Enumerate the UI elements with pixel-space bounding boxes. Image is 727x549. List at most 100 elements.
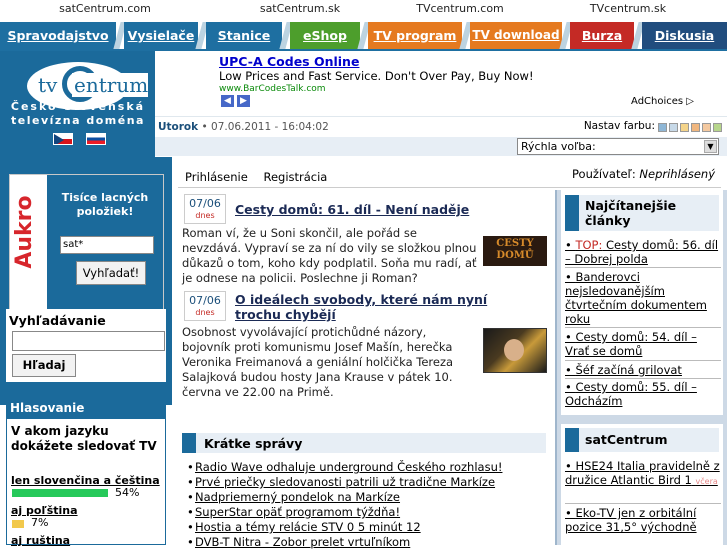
news-item[interactable]: DVB-T Nitra - Zobor prelet vrtuľníkom — [187, 535, 410, 549]
site-link-satcentrum-sk[interactable]: satCentrum.sk — [260, 2, 340, 15]
auth-links: Prihlásenie Registrácia — [185, 170, 327, 184]
tab-separator — [634, 22, 642, 49]
article-date: 07/06 dnes — [184, 291, 226, 321]
user-value: Neprihlásený — [639, 167, 715, 181]
article-thumbnail[interactable]: CESTY DOMŮ — [483, 236, 547, 266]
news-item[interactable]: Prvé priečky sledovanosti patrili už tra… — [187, 475, 495, 489]
aukro-search-panel: Tisíce lacných položiek! sat* Vyhľadať! — [47, 175, 163, 313]
tab-separator — [562, 22, 570, 49]
ad-title[interactable]: UPC-A Codes Online — [219, 54, 359, 69]
ad-description: Low Prices and Fast Service. Don't Over … — [219, 69, 534, 83]
sat-news-item[interactable]: • HSE24 Italia pravidelně z družice Atla… — [565, 459, 721, 489]
chevron-down-icon[interactable]: ▼ — [704, 140, 717, 153]
main-nav: Spravodajstvo Vysielače Stanice eShop TV… — [0, 18, 727, 50]
czech-flag-icon[interactable] — [53, 133, 73, 145]
aukro-widget: Aukro Tisíce lacných položiek! sat* Vyhľ… — [9, 174, 164, 314]
poll-option[interactable]: aj ruština — [11, 534, 70, 547]
search-heading: Vyhľadávanie — [9, 313, 106, 328]
tab-separator — [282, 22, 290, 49]
article-thumbnail[interactable] — [483, 328, 547, 373]
article-text: Osobnost vyvolávající protichůdné názory… — [182, 325, 454, 399]
login-link[interactable]: Prihlásenie — [185, 170, 248, 184]
color-swatch[interactable] — [680, 123, 689, 132]
search-button[interactable]: Hľadaj — [12, 354, 76, 377]
color-swatch[interactable] — [702, 123, 711, 132]
aukro-search-button[interactable]: Vyhľadať! — [76, 261, 146, 285]
slovak-flag-icon[interactable] — [86, 133, 106, 145]
article-date-value: 07/06 — [189, 197, 221, 210]
most-read-item[interactable]: • Cesty domů: 55. díl – Odcházím — [565, 380, 721, 408]
article-title[interactable]: O ideálech svobody, které nám nyní troch… — [235, 292, 535, 322]
sat-news-item[interactable]: • Eko-TV jen z orbitální pozice 31,5° vý… — [565, 506, 721, 534]
news-item[interactable]: Radio Wave odhaluje underground Českého … — [187, 460, 502, 474]
tab-vysielace[interactable]: Vysielače — [124, 22, 198, 49]
divider — [178, 187, 721, 188]
site-link-tvcentrum-sk[interactable]: TVcentrum.sk — [590, 2, 666, 15]
news-item[interactable]: Hostia a témy relácie STV 0 5 minút 12 — [187, 520, 421, 534]
logo-tagline-1: Česko-Slovenská — [10, 100, 146, 113]
most-read-item-text[interactable]: Cesty domů: 54. díl – Vrať se domů — [565, 330, 697, 358]
article-date-value: 07/06 — [189, 294, 221, 307]
poll-bar — [12, 520, 24, 528]
tab-burza[interactable]: Burza — [570, 22, 634, 49]
register-link[interactable]: Registrácia — [263, 170, 327, 184]
color-swatch[interactable] — [691, 123, 700, 132]
quick-select[interactable]: Rýchla voľba: ▼ — [517, 138, 719, 155]
color-swatch[interactable] — [658, 123, 667, 132]
ad-choices[interactable]: AdChoices ▷ — [631, 96, 694, 107]
poll-question: V akom jazyku dokážete sledovať TV — [11, 424, 157, 453]
divider — [565, 503, 721, 504]
site-link-satcentrum-com[interactable]: satCentrum.com — [59, 2, 151, 15]
short-news-heading: Krátke správy — [204, 436, 303, 451]
ad-url[interactable]: www.BarCodesTalk.com — [219, 84, 326, 94]
tab-diskusia[interactable]: Diskusia — [642, 22, 727, 49]
quick-select-label: Rýchla voľba: — [521, 140, 596, 153]
aukro-tagline: Tisíce lacných položiek! — [61, 191, 149, 218]
poll-box: V akom jazyku dokážete sledovať TV len s… — [6, 418, 166, 547]
news-item[interactable]: SuperStar opäť programom týždňa! — [187, 505, 400, 519]
top-sites-bar: satCentrum.com satCentrum.sk TVcentrum.c… — [0, 0, 727, 18]
ad-prev-arrow-icon[interactable]: ◀ — [221, 95, 234, 107]
poll-percent: 7% — [31, 516, 49, 529]
tab-eshop[interactable]: eShop — [290, 22, 360, 49]
color-swatch[interactable] — [669, 123, 678, 132]
news-item[interactable]: Nadpriemerný pondelok na Markíze — [187, 490, 400, 504]
article-text: Roman ví, že u Soni skončil, ale pořád s… — [182, 226, 477, 285]
aukro-search-input[interactable]: sat* — [60, 236, 154, 254]
ad-next-arrow-icon[interactable]: ▶ — [237, 95, 250, 107]
sat-news-text[interactable]: Eko-TV jen z orbitální pozice 31,5° vých… — [565, 506, 697, 534]
most-read-item[interactable]: • Banderovci nejsledovanějším čtvrtečním… — [565, 270, 721, 326]
divider — [565, 327, 721, 328]
most-read-item-text[interactable]: Cesty domů: 55. díl – Odcházím — [565, 380, 697, 408]
tab-separator — [360, 22, 368, 49]
tab-separator — [116, 22, 124, 49]
divider — [565, 378, 721, 379]
tab-tv-download[interactable]: TV download — [470, 22, 562, 49]
logo-centrum-text: entrum — [72, 73, 149, 97]
aukro-logo[interactable]: Aukro — [10, 175, 45, 313]
tab-tv-program[interactable]: TV program — [368, 22, 462, 49]
tab-separator — [462, 22, 470, 49]
ad-banner[interactable]: UPC-A Codes Online Low Prices and Fast S… — [217, 53, 699, 109]
tab-stanice[interactable]: Stanice — [206, 22, 282, 49]
aukro-brand: Aukro — [12, 195, 37, 269]
color-swatch[interactable] — [713, 123, 722, 132]
poll-percent: 54% — [115, 486, 140, 499]
satcentrum-heading: satCentrum — [585, 432, 668, 447]
face-image — [504, 339, 524, 361]
most-read-header: Najčítanejšie články — [565, 195, 719, 231]
article-title[interactable]: Cesty domů: 61. díl - Není naděje — [235, 202, 469, 217]
site-logo[interactable]: tv entrum Česko-Slovenská televízna domé… — [0, 51, 155, 157]
most-read-item[interactable]: • Šéf začíná grilovat — [565, 363, 721, 377]
article-date: 07/06 dnes — [184, 194, 226, 224]
divider — [565, 267, 721, 268]
site-link-tvcentrum-com[interactable]: TVcentrum.com — [416, 2, 504, 15]
most-read-item[interactable]: • Cesty domů: 54. díl – Vrať se domů — [565, 330, 721, 358]
most-read-item-text[interactable]: Banderovci nejsledovanějším čtvrtečním d… — [565, 270, 707, 326]
most-read-item-text[interactable]: Šéf začíná grilovat — [575, 363, 682, 377]
most-read-heading: Najčítanejšie články — [585, 198, 677, 228]
tab-spravodajstvo[interactable]: Spravodajstvo — [0, 22, 116, 49]
color-label: Nastav farbu: — [583, 120, 655, 132]
search-input[interactable] — [12, 331, 165, 351]
most-read-item[interactable]: • TOP: Cesty domů: 56. díl – Dobrej pold… — [565, 238, 721, 266]
